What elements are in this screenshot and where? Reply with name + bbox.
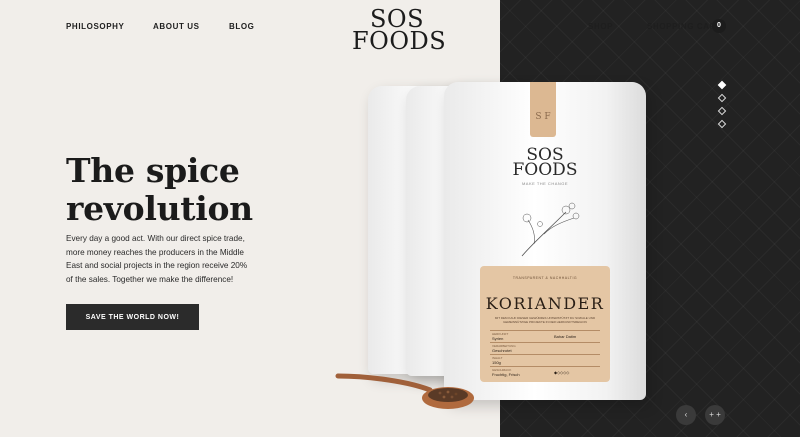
bag-monogram: S F — [535, 112, 551, 122]
detail-processing-value: Geschrotet — [492, 348, 512, 353]
wooden-spoon-illustration — [335, 373, 474, 409]
label-top-text: TRANSPARENT & NACHHALTIG — [512, 276, 578, 280]
hero-description: Every day a good act. With our direct sp… — [66, 234, 248, 284]
detail-taste: GESCHMACK Fruchtig, Frisch ◆◇◇◇◇ — [490, 366, 600, 378]
product-label: TRANSPARENT & NACHHALTIG KORIANDER MIT D… — [480, 266, 610, 382]
detail-origin: HERKUNFT Syrien Bahar Datim — [490, 330, 600, 342]
next-slide-button[interactable]: + + — [705, 405, 725, 425]
detail-processing: VERARBEITUNG Geschrotet — [490, 342, 600, 354]
bag-monogram-tab: S F — [530, 82, 556, 137]
detail-content: INHALT 150g — [490, 354, 600, 366]
label-details: HERKUNFT Syrien Bahar Datim VERARBEITUNG… — [490, 330, 600, 378]
nav-shop[interactable]: SHOP — [588, 22, 613, 31]
logo[interactable]: SOS FOODS — [352, 7, 447, 55]
nav-about-us[interactable]: ABOUT US — [153, 22, 200, 31]
hero-title-line-1: The spice — [66, 151, 240, 190]
nav-blog[interactable]: BLOG — [229, 22, 255, 31]
detail-origin-value: Syrien — [492, 336, 504, 341]
detail-producer: Bahar Datim — [554, 334, 577, 339]
slider-dot-3[interactable] — [717, 106, 727, 116]
nav-philosophy[interactable]: PHILOSOPHY — [66, 22, 124, 31]
logo-line-2: FOODS — [352, 27, 447, 55]
cart-count-badge[interactable]: 0 — [712, 19, 726, 33]
bag-brand: SOS FOODS — [444, 147, 646, 180]
coriander-sketch-icon — [521, 202, 580, 257]
save-the-world-button[interactable]: SAVE THE WORLD NOW! — [66, 304, 199, 330]
nav-shopping-cart[interactable]: SHOPPING CART — [647, 22, 721, 31]
slider-dots — [716, 80, 728, 134]
detail-taste-value: Fruchtig, Frisch — [492, 372, 520, 377]
front-bag: S F SOS FOODS MAKE THE CHANGE TRANSPAREN… — [444, 82, 646, 400]
product-name: KORIANDER — [485, 294, 605, 313]
hero-title: The spice revolution — [66, 152, 253, 228]
product-image: S F SOS FOODS MAKE THE CHANGE TRANSPAREN… — [330, 82, 660, 422]
prev-slide-button[interactable]: ‹ — [676, 405, 696, 425]
bag-brand-line-2: FOODS — [512, 160, 578, 180]
slider-dot-1[interactable] — [717, 80, 727, 90]
label-body-text: MIT DEM KAUF DIESER GEWÜRZES UNTERSTÜTZT… — [494, 316, 596, 324]
hero-title-line-2: revolution — [66, 189, 253, 228]
slider-dot-2[interactable] — [717, 93, 727, 103]
bag-tagline: MAKE THE CHANGE — [521, 181, 569, 186]
spice-level-diamonds-icon: ◆◇◇◇◇ — [554, 370, 570, 375]
detail-content-value: 150g — [492, 360, 501, 365]
slider-dot-4[interactable] — [717, 119, 727, 129]
